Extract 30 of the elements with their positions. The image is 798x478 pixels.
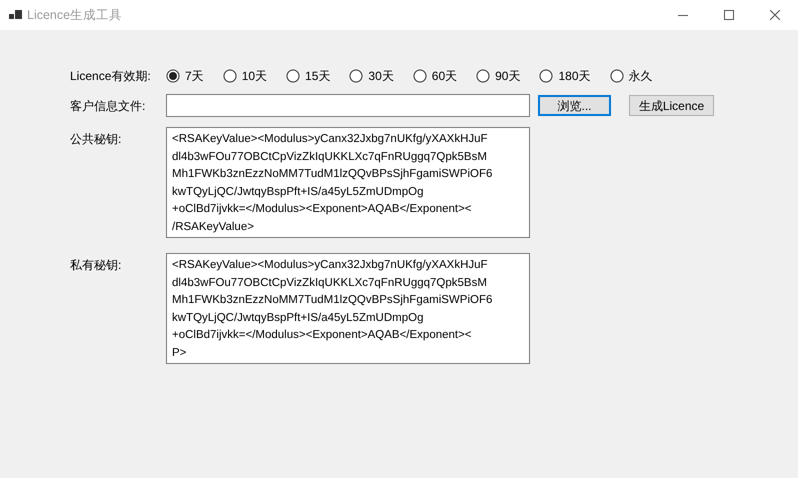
minimize-icon	[678, 14, 688, 16]
radio-button[interactable]	[610, 69, 624, 83]
generate-button[interactable]: 生成Licence	[629, 95, 714, 116]
radio-button[interactable]	[412, 69, 427, 83]
radio-button[interactable]	[166, 69, 180, 83]
radio-button[interactable]	[539, 69, 554, 83]
maximize-icon	[724, 10, 734, 20]
window-title: Licence生成工具	[27, 6, 122, 24]
key-text-area[interactable]: <RSAKeyValue><Modulus>yCanx32Jxbg7nUKfg/yXAXkHJuF dl4b3wFOu77OBCtCpVizZkIqUKKLXc7qFnRUggq7Qpk5BsM Mh1FWKb3znEzzNoMM7TudM1lzQQvBPsSjhFgamiSWPiOF6 kwTQyLjQC/JwtqyBspPft+IS/a45yL5ZmUDmpOg +oClBd7ijvkk=</Modulus><Exponent>AQAB</Exponent>< /RSAKeyValue>	[166, 127, 530, 238]
file-path-field[interactable]	[166, 94, 530, 117]
radio-button[interactable]	[286, 69, 300, 83]
app-icon	[9, 10, 22, 20]
radio-option[interactable]: 30天	[349, 67, 394, 85]
radio-option[interactable]: 10天	[222, 67, 268, 85]
radio-option[interactable]: 60天	[412, 67, 458, 85]
radio-button[interactable]	[222, 69, 237, 83]
browse-button[interactable]: 浏览...	[538, 95, 611, 116]
radio-option[interactable]: 永久	[610, 67, 653, 85]
radio-option[interactable]: 180天	[539, 67, 591, 85]
field-label: 客户信息文件:	[70, 98, 146, 114]
field-label: 公共秘钥:	[70, 131, 122, 148]
radio-option[interactable]: 7天	[166, 67, 204, 85]
radio-button[interactable]	[349, 69, 364, 83]
key-text-area[interactable]: <RSAKeyValue><Modulus>yCanx32Jxbg7nUKfg/yXAXkHJuF dl4b3wFOu77OBCtCpVizZkIqUKKLXc7qFnRUggq7Qpk5BsM Mh1FWKb3znEzzNoMM7TudM1lzQQvBPsSjhFgamiSWPiOF6 kwTQyLjQC/JwtqyBspPft+IS/a45yL5ZmUDmpOg +oClBd7ijvkk=</Modulus><Exponent>AQAB</Exponent>< P>	[166, 253, 530, 364]
radio-option[interactable]: 90天	[476, 67, 520, 85]
close-icon	[770, 10, 780, 20]
field-label: Licence有效期:	[70, 68, 152, 85]
field-label: 私有秘钥:	[70, 257, 122, 274]
radio-button[interactable]	[476, 69, 490, 83]
radio-option[interactable]: 15天	[286, 67, 330, 85]
